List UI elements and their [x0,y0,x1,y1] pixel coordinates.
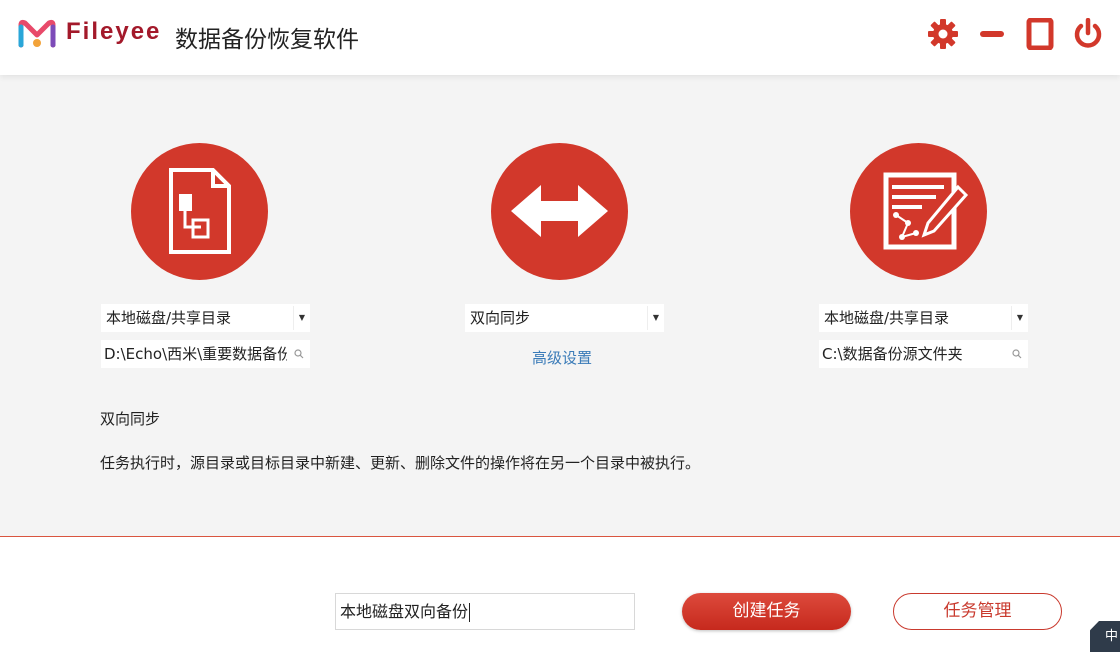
target-type-select[interactable]: 本地磁盘/共享目录 ▼ [819,304,1028,332]
source-path-input[interactable]: D:\Echo\西米\重要数据备份 [101,340,310,368]
brand-name: Fileyee [66,18,162,45]
create-task-button[interactable]: 创建任务 [682,593,851,630]
gear-icon [928,19,958,49]
chevron-down-icon: ▼ [1011,306,1028,330]
edit-document-icon [883,172,969,250]
document-flowchart-icon [169,168,231,254]
title-bar: Fileyee 数据备份恢复软件 [0,0,1120,75]
maximize-icon [1026,18,1054,50]
minimize-icon [980,31,1004,37]
settings-button[interactable] [927,18,959,50]
source-path-value: D:\Echo\西米\重要数据备份 [104,345,287,363]
target-type-value: 本地磁盘/共享目录 [824,309,950,327]
power-icon [1074,18,1102,48]
sync-mode-value: 双向同步 [470,309,531,327]
source-type-value: 本地磁盘/共享目录 [106,309,232,327]
power-button[interactable] [1072,18,1104,50]
target-path-input[interactable]: C:\数据备份源文件夹 [819,340,1028,368]
task-name-input[interactable]: 本地磁盘双向备份 [335,593,635,630]
task-management-button[interactable]: 任务管理 [893,593,1062,630]
app-title: 数据备份恢复软件 [175,27,359,53]
text-caret [469,603,471,622]
source-circle[interactable] [131,143,268,280]
fileyee-logo-icon [18,19,56,48]
target-circle[interactable] [850,143,987,280]
search-icon[interactable] [294,349,304,359]
ime-indicator[interactable]: 中 [1090,621,1120,652]
double-arrow-icon [511,185,608,237]
chevron-down-icon: ▼ [647,306,664,330]
sync-circle[interactable] [491,143,628,280]
chevron-down-icon: ▼ [293,306,310,330]
task-name-value: 本地磁盘双向备份 [340,602,469,621]
target-path-value: C:\数据备份源文件夹 [822,345,963,363]
mode-description: 任务执行时，源目录或目标目录中新建、更新、删除文件的操作将在另一个目录中被执行。 [100,454,701,472]
maximize-button[interactable] [1024,18,1056,50]
sync-mode-select[interactable]: 双向同步 ▼ [465,304,664,332]
source-type-select[interactable]: 本地磁盘/共享目录 ▼ [101,304,310,332]
minimize-button[interactable] [976,18,1008,50]
search-icon[interactable] [1012,349,1022,359]
mode-title: 双向同步 [100,410,161,428]
advanced-settings-link[interactable]: 高级设置 [532,347,592,368]
